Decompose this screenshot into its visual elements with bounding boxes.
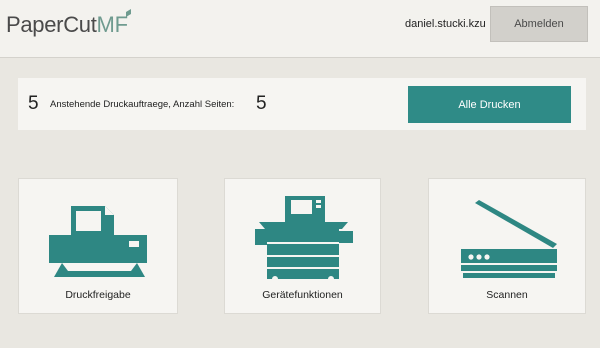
tile-device-functions[interactable]: Gerätefunktionen [224,178,381,314]
tile-print-release[interactable]: Druckfreigabe [18,178,178,314]
pending-jobs-label: Anstehende Druckauftraege, Anzahl Seiten… [50,99,235,110]
logo-main-text: PaperCut [6,12,97,37]
pending-jobs-bar: 5 Anstehende Druckauftraege, Anzahl Seit… [18,78,586,130]
tile-scan[interactable]: Scannen [428,178,586,314]
username-label: daniel.stucki.kzu [405,18,486,30]
header-bar: PaperCutMF daniel.stucki.kzu Abmelden [0,0,600,58]
papercut-logo: PaperCutMF [6,12,128,38]
print-all-button[interactable]: Alle Drucken [408,86,571,123]
tile-device-functions-label: Gerätefunktionen [262,289,343,301]
logout-button[interactable]: Abmelden [490,6,588,42]
tile-print-release-label: Druckfreigabe [65,289,131,301]
copier-icon [255,196,353,282]
pending-job-count: 5 [28,93,39,114]
scanner-icon [461,200,557,278]
tile-scan-label: Scannen [486,289,528,301]
page-count: 5 [256,93,267,114]
logo-leaf-icon [126,9,131,17]
logo-suffix-text: MF [96,12,128,37]
printer-icon [49,206,147,277]
